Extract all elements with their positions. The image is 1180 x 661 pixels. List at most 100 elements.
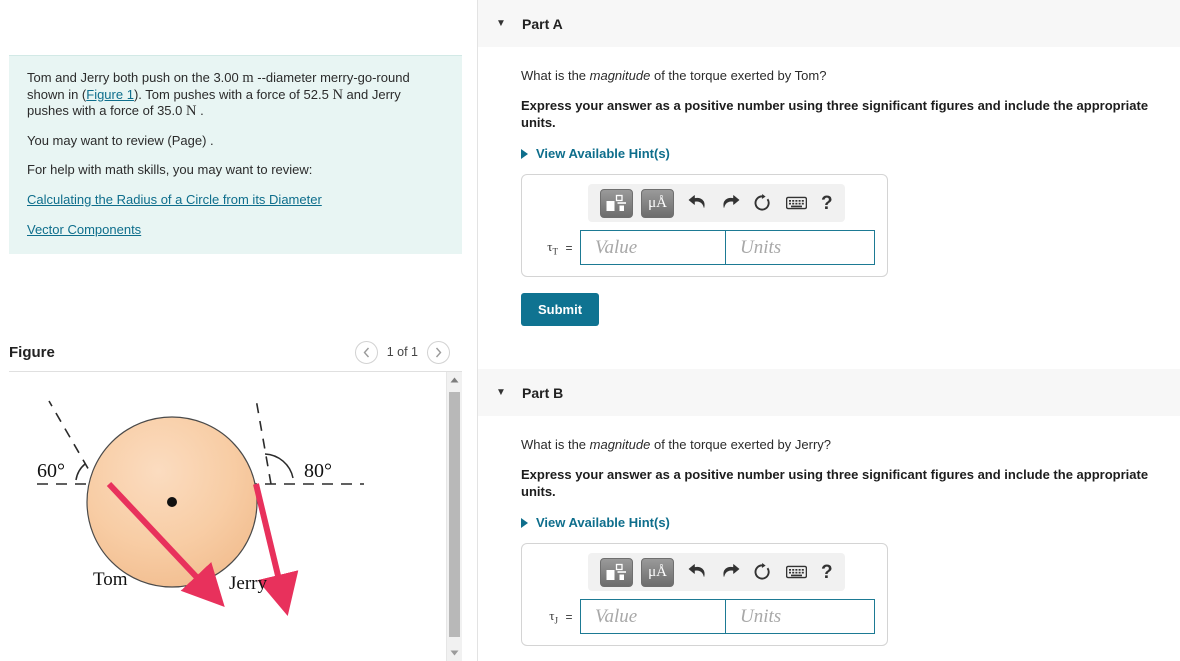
left-pane: Tom and Jerry both push on the 3.00 m --… [0,0,478,661]
keyboard-glyph [786,565,807,579]
caret-down-icon[interactable]: ▼ [496,18,510,29]
review-link-radius[interactable]: Calculating the Radius of a Circle from … [27,192,444,208]
review-link-vector-components[interactable]: Vector Components [27,222,444,238]
part-b-answer-box: μÅ ? τJ = Value Units [521,543,888,646]
reset-icon[interactable] [754,562,772,582]
part-block-a: ▼ Part A What is the magnitude of the to… [478,0,1180,326]
part-b-value-placeholder: Value [595,605,638,627]
units-button[interactable]: μÅ [641,188,674,218]
scroll-up-arrow-icon[interactable] [447,372,462,388]
part-b-units-placeholder: Units [740,605,782,627]
reset-glyph [754,193,770,211]
part-b-value-input[interactable]: Value [580,599,726,634]
units-button-label: μÅ [648,563,667,580]
keyboard-icon[interactable] [786,196,807,210]
triangle-right-icon [521,517,528,528]
part-a-math-toolbar: μÅ ? [588,184,845,222]
part-b-question-post: of the torque exerted by Jerry? [650,437,832,452]
scroll-down-arrow-icon[interactable] [447,645,462,661]
figure-counter: 1 of 1 [386,345,418,359]
unit-newtons-tom: N [332,86,343,103]
part-a-units-input[interactable]: Units [725,230,875,265]
math-help-line: For help with math skills, you may want … [27,162,313,177]
part-a-instruction: Express your answer as a positive number… [521,98,1149,130]
reset-glyph [754,562,770,580]
angle-label-right: 80° [304,460,332,482]
redo-glyph [723,563,740,577]
keyboard-icon[interactable] [786,565,807,579]
triangle-right-icon [521,148,528,159]
scroll-down-glyph [450,650,459,656]
part-a-value-input[interactable]: Value [580,230,726,265]
part-b-body: What is the magnitude of the torque exer… [478,416,1180,661]
undo-glyph [688,194,705,208]
keyboard-glyph [786,196,807,210]
problem-text-1: Tom and Jerry both push on the 3.00 [27,70,243,85]
part-b-question-emphasis: magnitude [589,437,651,452]
part-a-answer-box: μÅ ? τT = Value Units [521,174,888,277]
part-a-title: Part A [522,15,563,32]
figure-1-link[interactable]: Figure 1 [86,87,134,102]
center-pivot-dot [167,497,177,507]
redo-glyph [723,194,740,208]
part-b-math-toolbar: μÅ ? [588,553,845,591]
part-a-variable-label: τT [532,239,558,257]
part-a-question-emphasis: magnitude [589,68,651,83]
part-a-units-placeholder: Units [740,236,782,258]
template-icon [606,194,626,211]
force-label-tom: Tom [93,569,128,590]
figure-navigation: 1 of 1 [354,340,462,364]
undo-icon[interactable] [688,194,707,212]
undo-glyph [688,563,705,577]
part-a-question-post: of the torque exerted by Tom? [650,68,827,83]
units-button-label: μÅ [648,194,667,211]
merry-go-round-diagram: 60° 80° Tom Jerry [9,372,446,661]
chevron-left-glyph [363,347,369,357]
part-block-b: ▼ Part B What is the magnitude of the to… [478,369,1180,661]
part-a-question-pre: What is the [521,68,590,83]
left-angle-arc [75,463,86,481]
scrollbar-thumb[interactable] [449,392,460,637]
chevron-right-icon[interactable] [427,340,450,364]
template-button[interactable] [600,188,633,218]
figure-header: Figure 1 of 1 [9,333,462,372]
redo-icon[interactable] [721,194,740,212]
problem-text-5: . [196,103,204,118]
force-label-jerry: Jerry [229,573,267,594]
part-b-instruction: Express your answer as a positive number… [521,467,1149,499]
part-a-header[interactable]: ▼ Part A [478,0,1180,47]
part-a-value-placeholder: Value [595,236,638,258]
caret-down-icon[interactable]: ▼ [496,387,510,398]
part-a-submit-button[interactable]: Submit [521,293,600,326]
diagram-svg: 60° 80° Tom Jerry [37,398,364,617]
problem-text-3: ). Tom pushes with a force of 52.5 [133,86,333,102]
part-a-answer-row: τT = Value Units [532,230,877,265]
angle-label-left: 60° [37,460,65,482]
part-a-body: What is the magnitude of the torque exer… [478,47,1180,326]
scroll-up-glyph [450,377,459,383]
reset-icon[interactable] [754,193,772,213]
part-a-equals-sign: = [565,240,573,255]
part-b-units-input[interactable]: Units [725,599,875,634]
problem-intro-paragraph: Tom and Jerry both push on the 3.00 m --… [27,70,444,120]
review-page-line: You may want to review (Page) . [27,132,214,148]
part-b-hint-toggle[interactable]: View Available Hint(s) [521,515,670,530]
part-b-header[interactable]: ▼ Part B [478,369,1180,416]
help-icon[interactable]: ? [821,194,833,213]
unit-newtons-jerry: N [185,103,197,119]
page-root: Tom and Jerry both push on the 3.00 m --… [0,0,1180,661]
help-icon[interactable]: ? [821,563,833,582]
redo-icon[interactable] [721,563,740,581]
chevron-right-glyph [435,347,442,357]
undo-icon[interactable] [688,563,707,581]
figure-scrollbar[interactable] [446,372,462,661]
part-b-hint-label: View Available Hint(s) [536,515,670,530]
part-a-hint-toggle[interactable]: View Available Hint(s) [521,146,670,161]
template-button[interactable] [600,557,633,587]
part-a-hint-label: View Available Hint(s) [536,146,670,161]
template-icon [606,563,626,580]
part-b-equals-sign: = [565,609,573,624]
part-b-variable-label: τJ [532,608,558,626]
units-button[interactable]: μÅ [641,557,674,587]
chevron-left-icon[interactable] [354,340,378,364]
